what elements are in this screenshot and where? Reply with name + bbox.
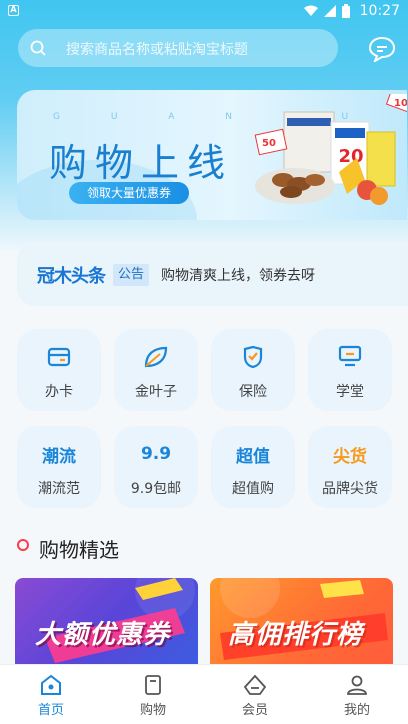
monitor-icon bbox=[338, 345, 362, 367]
grid-item-brand-goods[interactable]: 尖货 品牌尖货 bbox=[308, 426, 392, 508]
message-icon[interactable] bbox=[368, 36, 396, 62]
products-illustration: 20 50 10 bbox=[254, 94, 407, 205]
tab-label: 购物 bbox=[139, 703, 166, 718]
tab-label: 会员 bbox=[241, 703, 268, 718]
grid-item-label: 保险 bbox=[239, 384, 267, 400]
brand-goods-icon: 尖货 bbox=[333, 446, 367, 467]
grid-item-value-buy[interactable]: 超值 超值购 bbox=[211, 426, 295, 508]
card-icon bbox=[47, 347, 71, 367]
status-icons bbox=[304, 4, 350, 18]
promo-text: 大额优惠券 bbox=[35, 620, 171, 650]
bag-icon bbox=[145, 675, 161, 695]
announcement-bar[interactable]: 冠木头条 公告 购物清爽上线，领券去呀 bbox=[17, 242, 408, 306]
grid-item-gold-leaf[interactable]: 金叶子 bbox=[114, 329, 198, 411]
search-icon bbox=[30, 40, 46, 56]
shield-icon bbox=[243, 345, 263, 369]
trend-icon: 潮流 bbox=[42, 446, 76, 467]
svg-text:10: 10 bbox=[394, 98, 407, 109]
home-icon bbox=[41, 674, 61, 695]
grid-item-school[interactable]: 学堂 bbox=[308, 329, 392, 411]
grid-item-trend[interactable]: 潮流 潮流范 bbox=[17, 426, 101, 508]
grid-item-card[interactable]: 办卡 bbox=[17, 329, 101, 411]
leaf-icon bbox=[144, 346, 168, 368]
tab-member[interactable]: 会员 bbox=[204, 665, 306, 724]
app-badge: A bbox=[8, 5, 19, 16]
grid-item-label: 金叶子 bbox=[135, 384, 177, 400]
grid-item-label: 潮流范 bbox=[38, 481, 80, 497]
notice-tag: 公告 bbox=[113, 264, 150, 286]
promo-card-ranking[interactable]: 高佣排行榜 bbox=[210, 578, 393, 668]
tab-mine[interactable]: 我的 bbox=[306, 665, 408, 724]
svg-text:50: 50 bbox=[262, 138, 276, 149]
tab-label: 首页 bbox=[37, 703, 64, 718]
promo-text: 高佣排行榜 bbox=[228, 620, 364, 650]
banner-cta-button[interactable]: 领取大量优惠券 bbox=[69, 182, 189, 204]
person-icon bbox=[347, 675, 367, 695]
wifi-icon bbox=[304, 5, 318, 16]
grid-item-label: 学堂 bbox=[336, 384, 364, 400]
grid-item-label: 办卡 bbox=[45, 384, 73, 400]
bottom-tab-bar: 首页 购物 会员 我的 bbox=[0, 664, 408, 724]
grid-item-insurance[interactable]: 保险 bbox=[211, 329, 295, 411]
grid-item-label: 超值购 bbox=[232, 481, 274, 497]
grid-item-label: 9.9包邮 bbox=[130, 481, 182, 497]
promo-banner[interactable]: G U A N M U 购物上线 领取大量优惠券 20 50 10 bbox=[17, 90, 407, 220]
grid-item-label: 品牌尖货 bbox=[322, 481, 378, 497]
section-dot-icon bbox=[17, 539, 29, 551]
section-title: 购物精选 bbox=[39, 538, 119, 562]
tab-home[interactable]: 首页 bbox=[0, 665, 102, 724]
search-placeholder[interactable]: 搜索商品名称或粘贴淘宝标题 bbox=[66, 39, 248, 59]
tab-label: 我的 bbox=[343, 703, 370, 718]
signal-icon bbox=[324, 5, 336, 17]
price-99-icon: 9.9 bbox=[140, 444, 172, 464]
banner-title: 购物上线 bbox=[49, 141, 234, 185]
status-time: 10:27 bbox=[359, 3, 400, 19]
notice-text: 购物清爽上线，领券去呀 bbox=[161, 268, 315, 284]
notice-logo: 冠木头条 bbox=[37, 266, 106, 287]
battery-icon bbox=[342, 4, 350, 18]
promo-card-coupons[interactable]: 大额优惠券 bbox=[15, 578, 198, 668]
tab-shopping[interactable]: 购物 bbox=[102, 665, 204, 724]
vip-icon bbox=[243, 674, 267, 695]
value-icon: 超值 bbox=[236, 446, 270, 467]
search-bar[interactable]: 搜索商品名称或粘贴淘宝标题 bbox=[18, 29, 338, 67]
status-bar: A 10:27 bbox=[0, 0, 408, 22]
grid-item-free-shipping[interactable]: 9.9 9.9包邮 bbox=[114, 426, 198, 508]
